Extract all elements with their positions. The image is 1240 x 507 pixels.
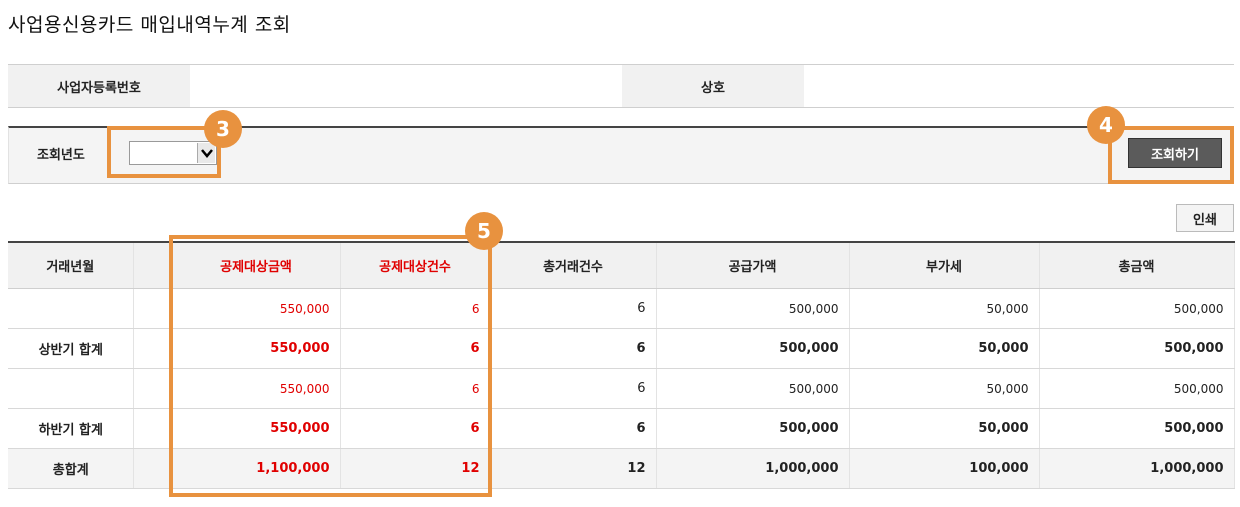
cell-blank [133,368,173,409]
cell-total: 500,000 [1039,368,1235,409]
cell-vat: 100,000 [849,448,1040,489]
cell-total-count: 6 [490,408,657,449]
cell-vat: 50,000 [849,328,1040,369]
print-button[interactable]: 인쇄 [1176,204,1234,232]
cell-supply: 500,000 [656,408,850,449]
cell-blank [133,288,173,329]
reg-no-label: 사업자등록번호 [8,65,190,107]
cell-blank [133,448,173,489]
callout-badge-3: 3 [204,110,242,148]
cell-supply: 500,000 [656,328,850,369]
col-header-supply: 공급가액 [656,241,850,289]
year-label: 조회년도 [37,148,85,163]
company-label: 상호 [622,65,804,107]
col-header-blank [133,241,173,289]
cell-total-count: 6 [490,328,657,369]
reg-no-value [190,65,622,107]
cell-month: 상반기 합계 [8,328,134,369]
page-title: 사업용신용카드 매입내역누계 조회 [8,14,291,36]
company-value [804,65,1234,107]
col-header-month: 거래년월 [8,241,134,289]
cell-month [8,288,134,329]
cell-total: 500,000 [1039,288,1235,329]
business-info-table: 사업자등록번호 상호 [8,64,1234,108]
callout-badge-4: 4 [1087,106,1125,144]
cell-total: 500,000 [1039,328,1235,369]
callout-badge-5: 5 [465,212,503,250]
cell-total: 500,000 [1039,408,1235,449]
cell-vat: 50,000 [849,368,1040,409]
col-header-total: 총금액 [1039,241,1235,289]
cell-supply: 500,000 [656,288,850,329]
col-header-vat: 부가세 [849,241,1040,289]
cell-vat: 50,000 [849,408,1040,449]
cell-supply: 1,000,000 [656,448,850,489]
cell-month: 총합계 [8,448,134,489]
cell-total-count: 6 [490,288,657,329]
callout-box-search [1108,126,1234,184]
cell-blank [133,328,173,369]
cell-blank [133,408,173,449]
cell-vat: 50,000 [849,288,1040,329]
cell-month: 하반기 합계 [8,408,134,449]
cell-total-count: 6 [490,368,657,409]
cell-total: 1,000,000 [1039,448,1235,489]
col-header-total-count: 총거래건수 [490,241,657,289]
cell-month [8,368,134,409]
cell-supply: 500,000 [656,368,850,409]
callout-box-deduction [169,235,492,497]
cell-total-count: 12 [490,448,657,489]
